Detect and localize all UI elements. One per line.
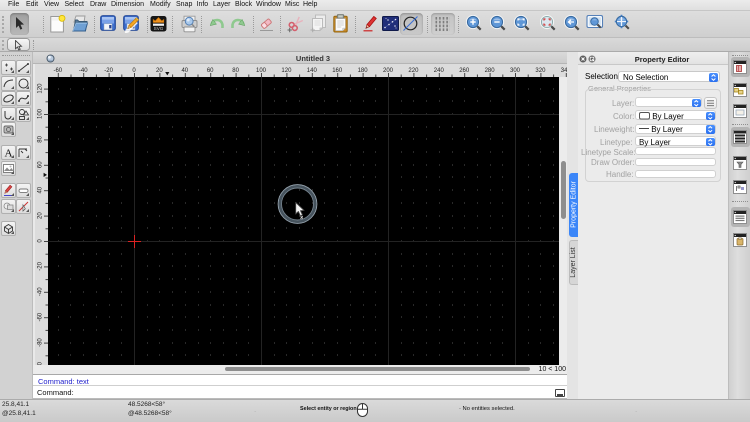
svg-text:100: 100 <box>38 108 44 119</box>
svg-text:120: 120 <box>38 83 44 94</box>
svg-text:-60: -60 <box>38 312 44 321</box>
svg-text:0: 0 <box>38 239 44 243</box>
svg-text:80: 80 <box>38 135 44 142</box>
svg-text:SVG: SVG <box>154 26 164 31</box>
svg-text:-40: -40 <box>38 287 44 296</box>
svg-text:A: A <box>5 148 13 160</box>
svg-text:-20: -20 <box>38 261 44 270</box>
svg-text:40: 40 <box>38 186 44 193</box>
svg-text:60: 60 <box>38 161 44 168</box>
svg-text:-80: -80 <box>38 338 44 347</box>
svg-text:20: 20 <box>38 212 44 219</box>
